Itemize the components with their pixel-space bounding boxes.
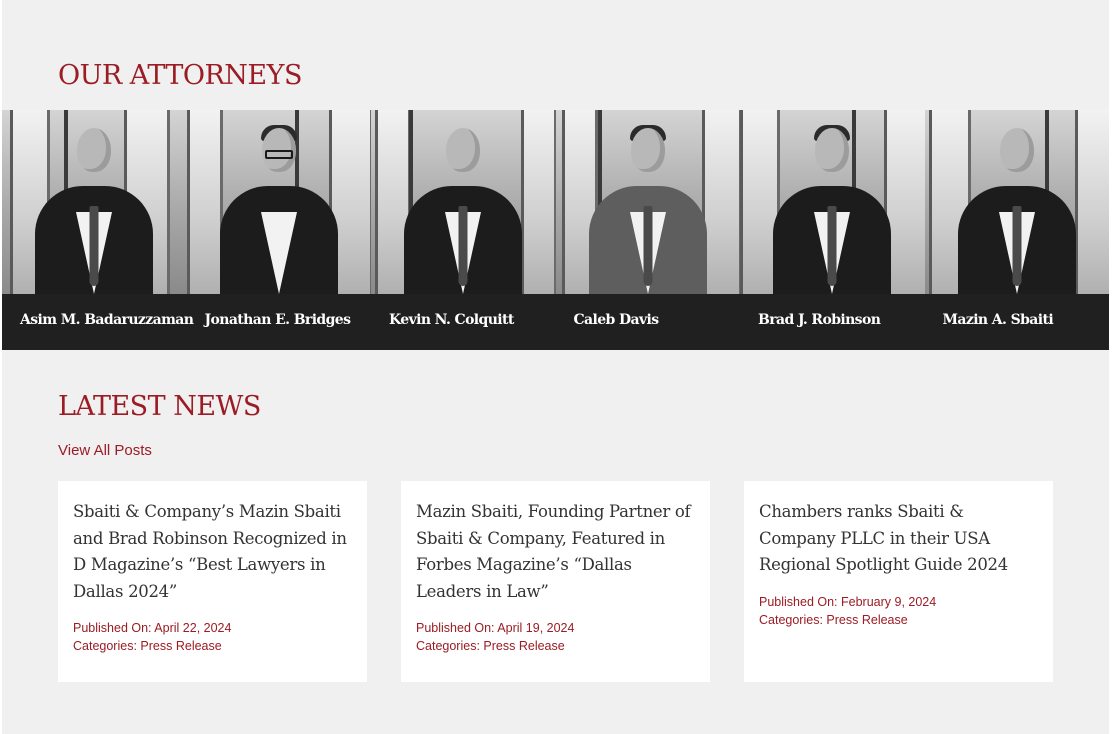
news-card-meta: Published On: April 22, 2024 Categories:… (73, 619, 352, 655)
attorney-name-link[interactable]: Jonathan E. Bridges (187, 294, 372, 350)
news-card-date: Published On: February 9, 2024 (759, 594, 937, 609)
news-card[interactable]: Mazin Sbaiti, Founding Partner of Sbaiti… (401, 481, 710, 682)
categories-label: Categories: (73, 639, 137, 653)
news-card-meta: Published On: February 9, 2024 Categorie… (759, 593, 1038, 629)
categories-label: Categories: (759, 612, 823, 627)
attorney-photo-colquitt[interactable] (371, 110, 556, 294)
attorney-photo-badaruzzaman[interactable] (2, 110, 187, 294)
attorney-photo-bridges[interactable] (186, 110, 371, 294)
category-link[interactable]: Press Release (826, 613, 907, 627)
attorney-photo-robinson[interactable] (740, 110, 925, 294)
attorney-name-link[interactable]: Mazin A. Sbaiti (925, 294, 1110, 350)
news-card-title[interactable]: Sbaiti & Company’s Mazin Sbaiti and Brad… (73, 499, 352, 605)
news-card[interactable]: Chambers ranks Sbaiti & Company PLLC in … (744, 481, 1053, 682)
scrollbar-track[interactable] (1109, 0, 1113, 734)
news-card-title[interactable]: Chambers ranks Sbaiti & Company PLLC in … (759, 499, 1038, 579)
category-link[interactable]: Press Release (483, 639, 564, 653)
category-link[interactable]: Press Release (140, 639, 221, 653)
page: OUR ATTORNEYS Asim M. Badaruzzaman Jonat… (0, 0, 1113, 734)
view-all-posts-link[interactable]: View All Posts (58, 442, 152, 459)
news-card-categories: Categories: Press Release (759, 611, 1038, 629)
attorneys-section-title: OUR ATTORNEYS (58, 60, 302, 91)
attorney-name-link[interactable]: Asim M. Badaruzzaman (2, 294, 194, 350)
news-section-title: LATEST NEWS (58, 391, 261, 422)
attorney-name-link[interactable]: Caleb Davis (556, 294, 741, 350)
categories-label: Categories: (416, 639, 480, 653)
news-card-title[interactable]: Mazin Sbaiti, Founding Partner of Sbaiti… (416, 499, 695, 605)
news-card-date: Published On: April 19, 2024 (416, 621, 575, 635)
attorney-name-link[interactable]: Kevin N. Colquitt (371, 294, 556, 350)
news-card-categories: Categories: Press Release (416, 637, 695, 655)
attorneys-strip: Asim M. Badaruzzaman Jonathan E. Bridges… (2, 110, 1109, 350)
attorney-photo-sbaiti[interactable] (924, 110, 1109, 294)
attorney-photo-davis[interactable] (555, 110, 740, 294)
news-card-date: Published On: April 22, 2024 (73, 621, 232, 635)
news-card-categories: Categories: Press Release (73, 637, 352, 655)
attorney-name-link[interactable]: Brad J. Robinson (740, 294, 925, 350)
news-card-meta: Published On: April 19, 2024 Categories:… (416, 619, 695, 655)
news-card[interactable]: Sbaiti & Company’s Mazin Sbaiti and Brad… (58, 481, 367, 682)
attorney-names-bar: Asim M. Badaruzzaman Jonathan E. Bridges… (2, 294, 1109, 350)
attorney-photos (2, 110, 1109, 294)
